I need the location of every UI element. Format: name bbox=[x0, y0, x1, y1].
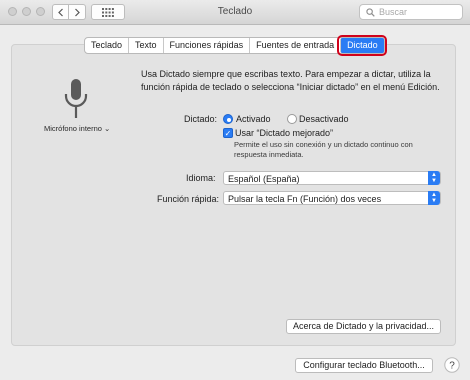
tab-funciones-rapidas[interactable]: Funciones rápidas bbox=[162, 38, 250, 53]
language-select[interactable]: Español (España) ▲ ▼ bbox=[223, 171, 441, 185]
dictation-off-label[interactable]: Desactivado bbox=[299, 114, 349, 124]
search-icon bbox=[366, 7, 375, 17]
shortcut-select[interactable]: Pulsar la tecla Fn (Función) dos veces ▲… bbox=[223, 191, 441, 205]
svg-text:?: ? bbox=[449, 361, 455, 372]
tab-bar: Teclado Texto Funciones rápidas Fuentes … bbox=[84, 35, 387, 56]
dictation-on-radio[interactable] bbox=[223, 114, 233, 124]
shortcut-value: Pulsar la tecla Fn (Función) dos veces bbox=[228, 194, 382, 204]
search-field[interactable]: Buscar bbox=[359, 4, 463, 20]
language-value: Español (España) bbox=[228, 174, 300, 184]
updown-arrows-icon: ▲ ▼ bbox=[428, 191, 440, 205]
tab-dictado[interactable]: Dictado bbox=[337, 35, 387, 56]
shortcut-label: Función rápida: bbox=[157, 194, 220, 204]
microphone-icon bbox=[64, 79, 88, 118]
title-bar: Teclado Buscar bbox=[0, 0, 470, 25]
microphone-selector[interactable]: Micrófono interno ⌄ bbox=[44, 124, 110, 133]
tab-teclado[interactable]: Teclado bbox=[85, 38, 128, 53]
dictation-off-radio[interactable] bbox=[287, 114, 297, 124]
enhanced-dictation-hint: Permite el uso sin conexión y un dictado… bbox=[234, 140, 413, 159]
tab-fuentes-de-entrada[interactable]: Fuentes de entrada bbox=[249, 38, 340, 53]
dictation-label: Dictado: bbox=[184, 114, 218, 124]
about-dictation-privacy-button[interactable]: Acerca de Dictado y la privacidad... bbox=[286, 319, 441, 334]
search-placeholder: Buscar bbox=[379, 7, 408, 17]
updown-arrows-icon: ▲ ▼ bbox=[428, 171, 440, 185]
dictation-on-label[interactable]: Activado bbox=[236, 114, 271, 124]
enhanced-dictation-label[interactable]: Usar “Dictado mejorado” bbox=[235, 128, 333, 138]
tab-texto[interactable]: Texto bbox=[128, 38, 163, 53]
language-label: Idioma: bbox=[186, 173, 216, 183]
help-icon[interactable]: ? bbox=[444, 357, 460, 373]
setup-bluetooth-keyboard-button[interactable]: Configurar teclado Bluetooth... bbox=[295, 358, 433, 373]
enhanced-dictation-checkbox[interactable]: ✓ bbox=[223, 128, 233, 138]
intro-text: Usa Dictado siempre que escribas texto. … bbox=[141, 69, 440, 92]
